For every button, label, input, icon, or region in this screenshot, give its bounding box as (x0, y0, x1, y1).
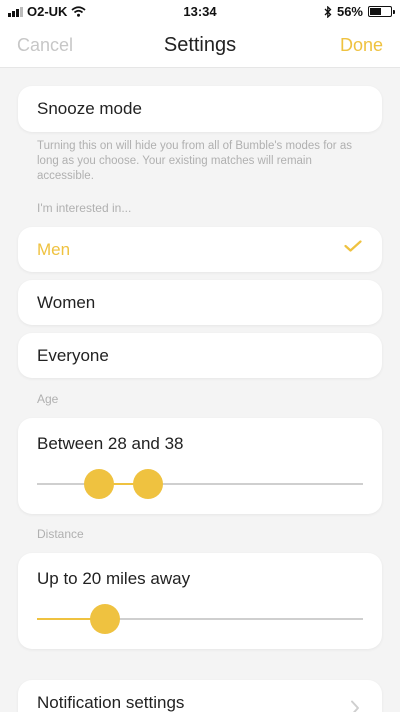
snooze-mode-label: Snooze mode (37, 99, 142, 118)
interest-option-label: Everyone (37, 346, 109, 365)
notification-settings-label: Notification settings (37, 693, 185, 712)
age-card: Between 28 and 38 (18, 418, 382, 514)
interest-caption: I'm interested in... (37, 201, 132, 215)
interest-option-women[interactable]: Women (18, 280, 382, 325)
distance-handle[interactable] (90, 604, 121, 634)
notification-settings-row[interactable]: Notification settings (18, 680, 382, 712)
age-range-label: Between 28 and 38 (37, 434, 184, 453)
chevron-right-icon (351, 700, 359, 712)
interest-option-men[interactable]: Men (18, 227, 382, 272)
age-max-handle[interactable] (132, 469, 163, 499)
battery-icon (368, 6, 395, 17)
age-slider-track[interactable] (37, 469, 363, 499)
age-min-handle[interactable] (83, 469, 114, 499)
snooze-description: Turning this on will hide you from all o… (37, 140, 352, 182)
interest-option-label: Women (37, 293, 96, 312)
checkmark-icon (344, 240, 362, 252)
done-button[interactable]: Done (340, 35, 383, 56)
distance-caption: Distance (37, 527, 84, 541)
distance-card: Up to 20 miles away (18, 553, 382, 649)
snooze-mode-row[interactable]: Snooze mode (18, 86, 382, 132)
distance-label: Up to 20 miles away (37, 569, 191, 588)
battery-percent: 56% (336, 4, 363, 19)
bluetooth-icon (324, 5, 332, 18)
interest-option-everyone[interactable]: Everyone (18, 333, 382, 378)
distance-slider-track[interactable] (37, 604, 363, 634)
interest-option-label: Men (37, 240, 71, 259)
age-caption: Age (37, 392, 59, 406)
status-bar: O2-UK 13:34 56% (0, 0, 400, 24)
status-right: 56% (324, 4, 395, 19)
nav-bar: Cancel Settings Done (0, 24, 400, 68)
